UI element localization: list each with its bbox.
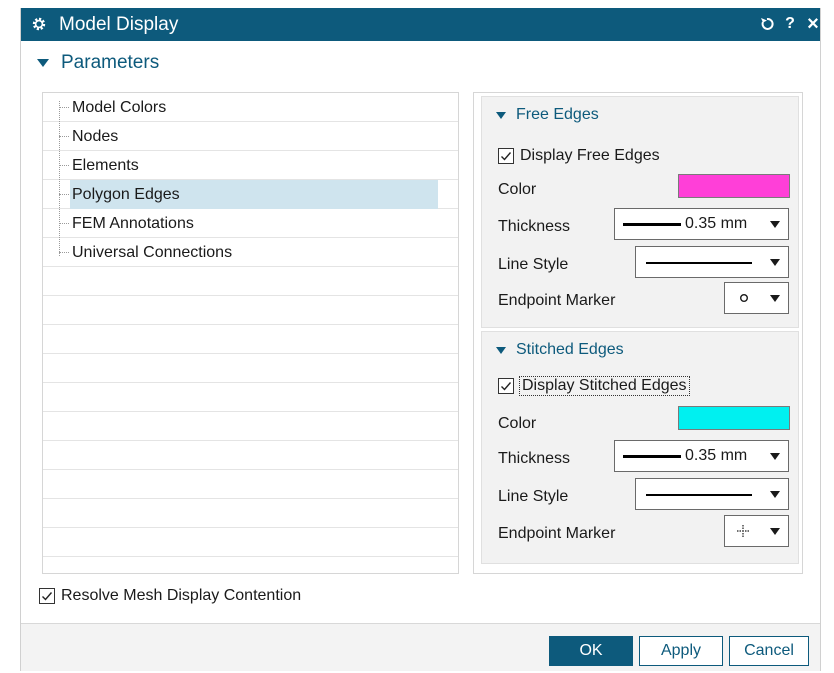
free-edges-group: Free Edges Display Free Edges Color Thic… [481, 96, 799, 328]
category-tree[interactable]: Model Colors Nodes Elements Polygon Edge… [42, 92, 459, 574]
stitched-color-swatch[interactable] [678, 406, 790, 430]
cancel-button[interactable]: Cancel [729, 636, 809, 666]
ok-button[interactable]: OK [549, 636, 633, 666]
tree-row-bg [43, 470, 458, 499]
tree-item-nodes[interactable]: Nodes [43, 122, 458, 151]
thick-line-preview [623, 223, 681, 226]
tree-item-model-colors[interactable]: Model Colors [43, 93, 458, 122]
chevron-down-icon [770, 221, 780, 228]
chevron-down-icon [770, 453, 780, 460]
title-bar[interactable]: Model Display ? × [21, 8, 820, 41]
parameters-label: Parameters [61, 52, 160, 73]
crosshair-marker-icon [737, 525, 749, 537]
checkbox-box [39, 588, 55, 604]
parameters-section-header[interactable]: Parameters [37, 52, 159, 74]
checkbox-label: Resolve Mesh Display Contention [61, 587, 302, 604]
tree-item-elements[interactable]: Elements [43, 151, 458, 180]
stitched-line-style-dropdown[interactable] [635, 478, 789, 510]
chevron-down-icon [770, 528, 780, 535]
free-thickness-label: Thickness [498, 218, 571, 235]
tree-item-label: Model Colors [72, 99, 167, 116]
display-free-edges-checkbox[interactable]: Display Free Edges [498, 147, 660, 165]
display-stitched-edges-checkbox[interactable]: Display Stitched Edges [498, 376, 690, 396]
tree-row-bg [43, 267, 458, 296]
free-thickness-value: 0.35 mm [685, 215, 748, 232]
chevron-down-icon [37, 59, 49, 67]
tree-item-label: Nodes [72, 128, 119, 145]
chevron-down-icon [770, 295, 780, 302]
tree-row-bg [43, 296, 458, 325]
tree-item-label: Elements [72, 157, 139, 174]
solid-line-preview [646, 494, 752, 496]
window-title: Model Display [59, 14, 179, 35]
free-thickness-dropdown[interactable]: 0.35 mm [614, 208, 789, 240]
free-edges-header-label: Free Edges [516, 106, 599, 123]
stitched-thickness-dropdown[interactable]: 0.35 mm [614, 440, 789, 472]
tree-row-bg [43, 383, 458, 412]
checkbox-label: Display Stitched Edges [519, 376, 690, 396]
stitched-endpoint-label: Endpoint Marker [498, 525, 616, 542]
stitched-thickness-value: 0.35 mm [685, 447, 748, 464]
reset-button[interactable] [757, 13, 777, 35]
close-button[interactable]: × [803, 13, 823, 35]
stitched-endpoint-dropdown[interactable] [724, 515, 789, 547]
checkmark-icon [42, 592, 53, 601]
model-display-dialog: Model Display ? × Parameters Model Color… [20, 8, 821, 671]
tree-item-label: FEM Annotations [72, 215, 194, 232]
circle-marker-icon [740, 294, 748, 302]
tree-row-bg [43, 499, 458, 528]
stitched-edges-header[interactable]: Stitched Edges [496, 341, 624, 359]
resolve-contention-checkbox[interactable]: Resolve Mesh Display Contention [39, 587, 301, 605]
checkbox-label: Display Free Edges [520, 147, 660, 164]
thick-line-preview [623, 455, 681, 458]
gear-icon [32, 17, 46, 31]
tree-item-fem-annotations[interactable]: FEM Annotations [43, 209, 458, 238]
solid-line-preview [646, 262, 752, 264]
help-button[interactable]: ? [780, 13, 800, 35]
tree-item-universal-connections[interactable]: Universal Connections [43, 238, 458, 267]
tree-item-polygon-edges[interactable]: Polygon Edges [43, 180, 458, 209]
checkmark-icon [501, 152, 512, 161]
tree-item-label: Polygon Edges [70, 180, 438, 209]
chevron-down-icon [496, 346, 506, 354]
reset-icon [761, 17, 774, 30]
tree-row-bg [43, 441, 458, 470]
free-color-swatch[interactable] [678, 174, 790, 198]
tree-row-bg [43, 325, 458, 354]
free-line-style-label: Line Style [498, 256, 569, 273]
chevron-down-icon [770, 259, 780, 266]
stitched-thickness-label: Thickness [498, 450, 571, 467]
stitched-edges-group: Stitched Edges Display Stitched Edges Co… [481, 331, 799, 564]
checkmark-icon [501, 382, 512, 391]
checkbox-box [498, 378, 514, 394]
stitched-edges-header-label: Stitched Edges [516, 341, 624, 358]
stitched-color-label: Color [498, 415, 537, 432]
chevron-down-icon [770, 491, 780, 498]
free-edges-header[interactable]: Free Edges [496, 106, 599, 124]
tree-row-bg [43, 354, 458, 383]
edge-settings-panel: Free Edges Display Free Edges Color Thic… [473, 92, 803, 574]
chevron-down-icon [496, 111, 506, 119]
free-endpoint-label: Endpoint Marker [498, 292, 616, 309]
apply-button[interactable]: Apply [639, 636, 723, 666]
tree-item-label: Universal Connections [72, 244, 233, 261]
stitched-line-style-label: Line Style [498, 488, 569, 505]
tree-row-bg [43, 528, 458, 557]
tree-row-bg [43, 412, 458, 441]
free-line-style-dropdown[interactable] [635, 246, 789, 278]
free-endpoint-dropdown[interactable] [724, 282, 789, 314]
checkbox-box [498, 148, 514, 164]
free-color-label: Color [498, 181, 537, 198]
